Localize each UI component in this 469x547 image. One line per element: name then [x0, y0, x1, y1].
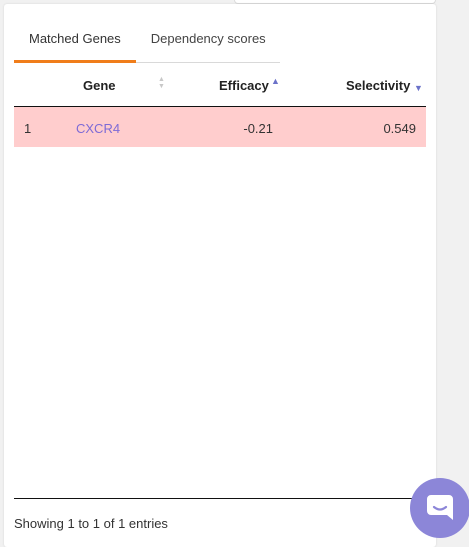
table-info: Showing 1 to 1 of 1 entries: [14, 516, 168, 531]
column-header-selectivity[interactable]: Selectivity: [346, 78, 410, 93]
tab-matched-genes[interactable]: Matched Genes: [14, 22, 136, 63]
table-header: Gene ▲ ▼ Efficacy ▲ Selectivity ▼: [14, 64, 426, 107]
tab-bar: Matched Genes Dependency scores: [14, 22, 280, 63]
row-index: 1: [24, 121, 32, 136]
chat-button[interactable]: [410, 478, 469, 538]
sort-down-icon[interactable]: ▼: [414, 83, 423, 93]
gene-link[interactable]: CXCR4: [76, 121, 120, 136]
table-footer-divider: [14, 498, 426, 499]
chat-bubble-icon: [427, 495, 453, 520]
sort-up-icon[interactable]: ▲: [271, 76, 280, 86]
table-row[interactable]: 1 CXCR4 -0.21 0.549: [14, 107, 426, 147]
column-header-gene[interactable]: Gene: [83, 78, 116, 93]
tab-dependency-scores[interactable]: Dependency scores: [136, 22, 281, 60]
genes-table: Gene ▲ ▼ Efficacy ▲ Selectivity ▼ 1 CXCR4…: [14, 64, 426, 147]
efficacy-value: -0.21: [243, 121, 273, 136]
selectivity-value: 0.549: [383, 121, 416, 136]
column-header-efficacy[interactable]: Efficacy: [219, 78, 269, 93]
sort-both-icon[interactable]: ▲ ▼: [158, 76, 166, 90]
gene-link-text[interactable]: CXCR4: [76, 121, 120, 136]
matched-genes-panel: Matched Genes Dependency scores Gene ▲ ▼ …: [4, 4, 436, 547]
